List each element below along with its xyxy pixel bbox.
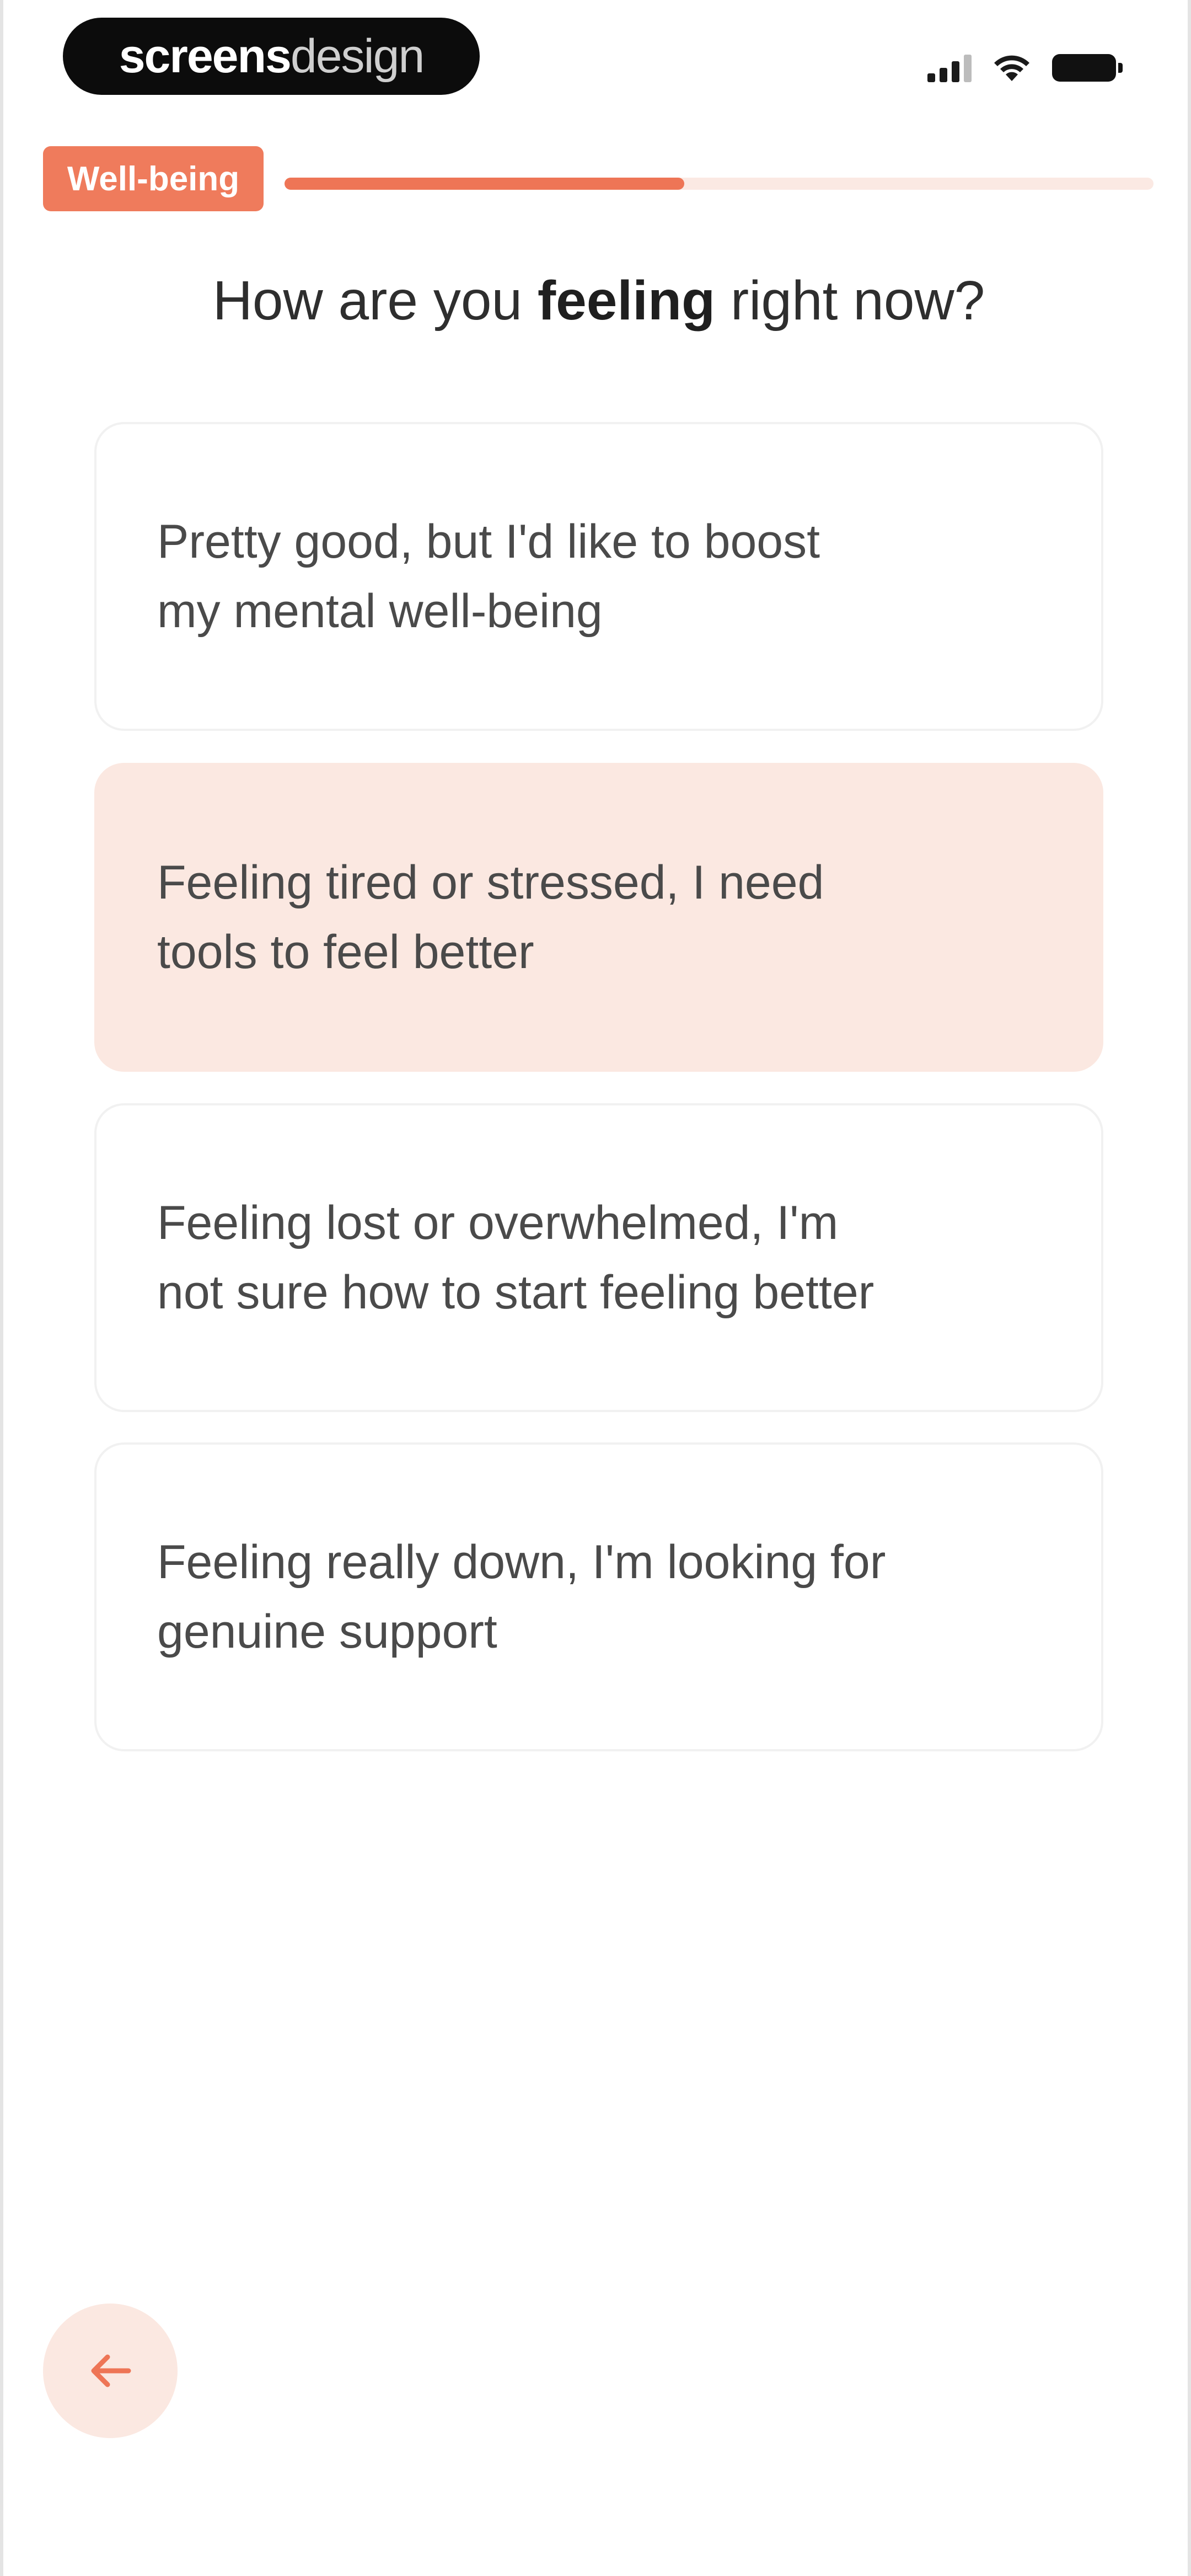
brand-logo-part2: design	[290, 29, 425, 83]
answer-option-lost-overwhelmed[interactable]: Feeling lost or overwhelmed, I'm not sur…	[94, 1103, 1103, 1412]
option-text-line1: Feeling really down, I'm looking for	[157, 1536, 886, 1589]
option-text-line1: Feeling lost or overwhelmed, I'm	[157, 1196, 839, 1249]
progress-bar	[285, 178, 1154, 190]
battery-icon	[1052, 54, 1123, 82]
section-tag: Well-being	[43, 146, 264, 211]
option-text-line2: genuine support	[157, 1605, 497, 1658]
answer-option-tired-stressed[interactable]: Feeling tired or stressed, I need tools …	[94, 763, 1103, 1072]
answer-option-pretty-good[interactable]: Pretty good, but I'd like to boost my me…	[94, 422, 1103, 731]
question-prefix: How are you	[212, 270, 538, 332]
app-screen: screens design Well-being How are you fee…	[0, 0, 1191, 2576]
question-emphasis: feeling	[537, 270, 716, 332]
brand-logo-part1: screens	[119, 29, 292, 83]
question-title: How are you feeling right now?	[3, 265, 1191, 336]
arrow-left-icon	[91, 2354, 131, 2387]
answer-option-really-down[interactable]: Feeling really down, I'm looking for gen…	[94, 1442, 1103, 1751]
back-button[interactable]	[43, 2304, 178, 2438]
progress-bar-fill	[285, 178, 684, 190]
status-icons	[927, 49, 1123, 87]
cellular-signal-icon	[927, 54, 972, 82]
option-text-line1: Pretty good, but I'd like to boost	[157, 515, 820, 568]
option-text-line2: my mental well-being	[157, 585, 603, 638]
question-suffix: right now?	[715, 270, 985, 332]
wifi-icon	[994, 55, 1029, 81]
option-text-line2: tools to feel better	[157, 926, 534, 979]
option-text-line2: not sure how to start feeling better	[157, 1266, 875, 1319]
brand-logo: screens design	[63, 18, 480, 95]
option-text-line1: Feeling tired or stressed, I need	[157, 856, 824, 909]
